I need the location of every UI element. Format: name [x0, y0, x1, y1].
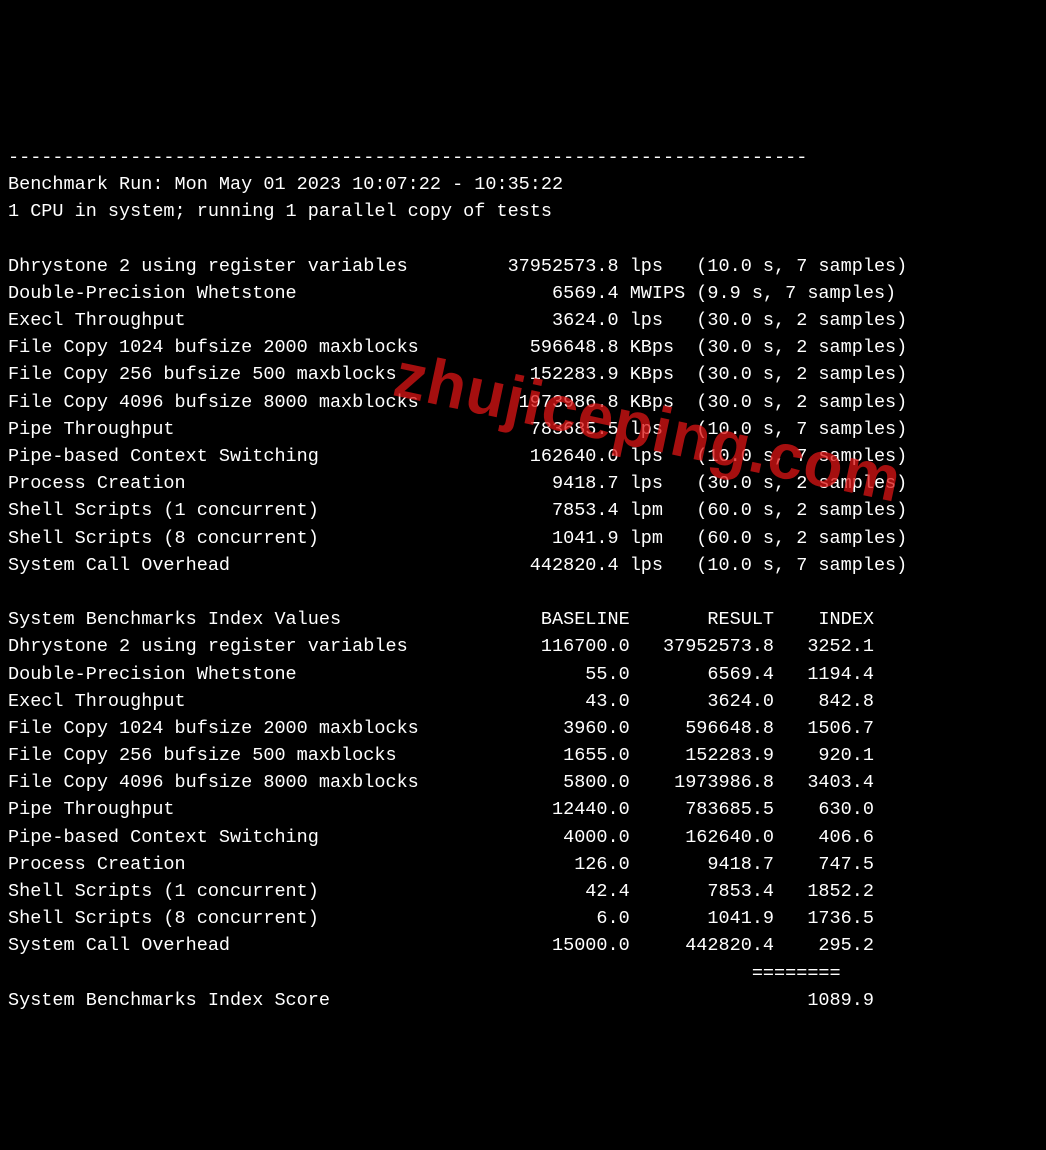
terminal-output: ----------------------------------------… [8, 144, 1038, 1014]
